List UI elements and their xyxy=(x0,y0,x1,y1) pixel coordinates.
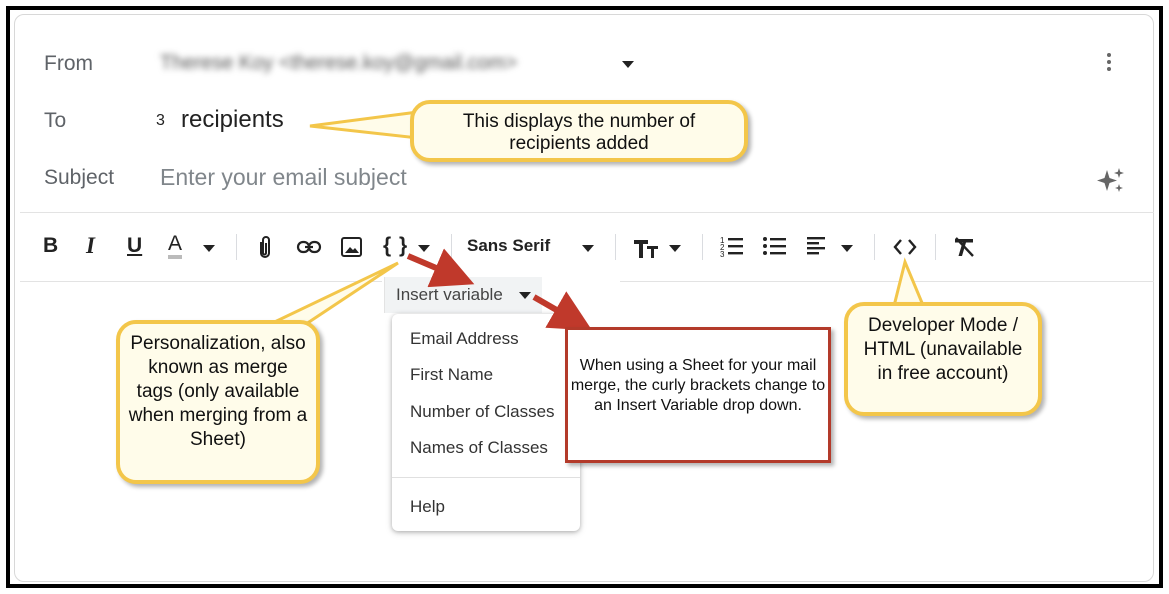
callout-pointer xyxy=(309,110,420,140)
annotation-pointers xyxy=(261,110,928,331)
annotation-arrow xyxy=(532,291,593,331)
annotation-arrow xyxy=(406,248,475,288)
sheet-note-box: When using a Sheet for your mail merge, … xyxy=(565,327,831,463)
recipients-callout: This displays the number of recipients a… xyxy=(410,100,748,162)
developer-mode-callout: Developer Mode / HTML (unavailable in fr… xyxy=(844,302,1042,416)
callout-pointer xyxy=(261,261,399,330)
personalization-callout: Personalization, also known as merge tag… xyxy=(116,320,320,484)
